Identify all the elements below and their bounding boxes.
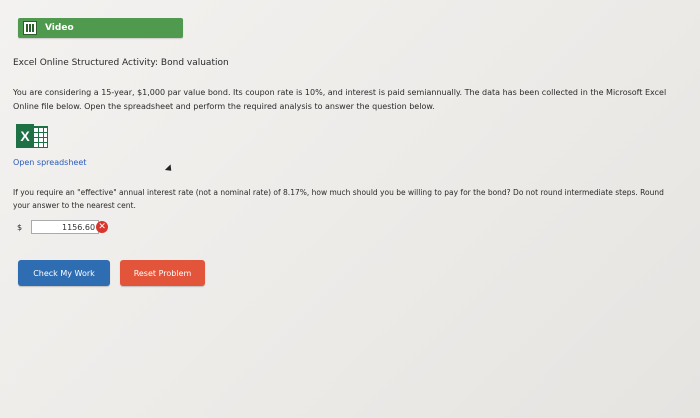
excel-icon[interactable]: X — [16, 124, 48, 148]
answer-input[interactable] — [31, 220, 100, 234]
reset-problem-button[interactable]: Reset Problem — [120, 260, 205, 286]
question-text: If you require an "effective" annual int… — [13, 188, 664, 210]
activity-title: Excel Online Structured Activity: Bond v… — [13, 58, 229, 68]
currency-symbol: $ — [17, 222, 23, 232]
video-icon — [23, 21, 37, 35]
excel-grid-icon — [32, 126, 48, 148]
problem-description: You are considering a 15-year, $1,000 pa… — [13, 88, 667, 111]
answer-row: $ ✕ — [17, 220, 109, 234]
video-label: Video — [45, 23, 74, 33]
x-circle-icon: ✕ — [96, 221, 109, 233]
mouse-cursor-icon — [164, 164, 175, 174]
video-button[interactable]: Video — [18, 18, 183, 38]
open-spreadsheet-link[interactable]: Open spreadsheet — [13, 158, 86, 167]
check-my-work-button[interactable]: Check My Work — [18, 260, 110, 286]
